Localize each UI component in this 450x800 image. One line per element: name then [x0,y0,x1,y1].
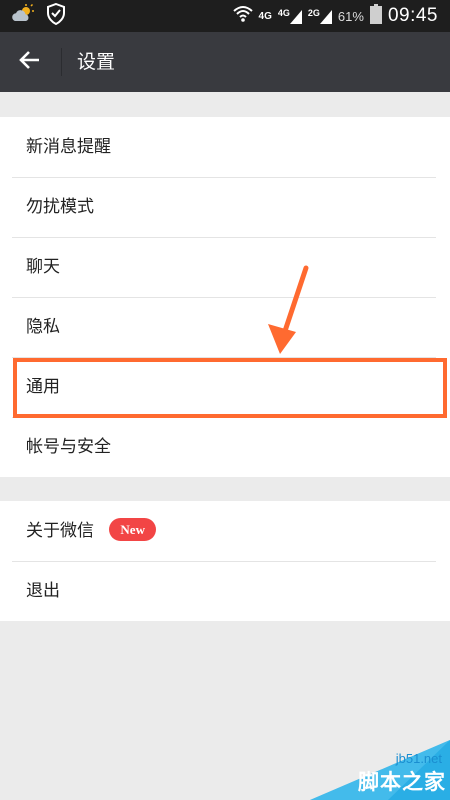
clock: 09:45 [387,5,438,26]
back-button[interactable] [10,44,50,80]
network-label-1: 4G [258,10,272,22]
settings-item-label: 聊天 [26,257,60,277]
battery-icon [369,3,382,29]
settings-item-logout[interactable]: 退出 [0,561,450,621]
back-arrow-icon [19,50,41,74]
watermark-name: 脚本之家 [358,770,446,794]
signal-icon [289,10,302,24]
network-label-3: 2G [308,8,332,24]
settings-item-chat[interactable]: 聊天 [0,237,450,297]
signal-icon [319,10,332,24]
status-bar: 4G 4G 2G 61% 09:45 [0,0,450,32]
settings-item-label: 关于微信 [26,521,94,541]
status-right-icons: 4G 4G 2G 61% 09:45 [232,0,438,32]
settings-item-label: 退出 [26,581,60,601]
settings-group-about: 关于微信 New 退出 [0,501,450,621]
highlight-box [13,358,447,418]
settings-item-label: 隐私 [26,317,60,337]
weather-icon [12,3,36,28]
title-bar: 设置 [0,32,450,92]
settings-group-main: 新消息提醒 勿扰模式 聊天 隐私 通用 帐号与安全 [0,117,450,477]
watermark-site: jb51.net [395,751,442,766]
title-divider [61,48,62,76]
settings-item-label: 帐号与安全 [26,437,111,457]
settings-item-label: 新消息提醒 [26,137,111,157]
watermark: jb51.net 脚本之家 [310,740,450,800]
network-label-2: 4G [278,8,302,24]
shield-icon [46,2,66,29]
settings-item-new-message-notifications[interactable]: 新消息提醒 [0,117,450,177]
settings-item-about-wechat[interactable]: 关于微信 New [0,501,450,561]
status-left-icons [12,2,66,29]
new-badge: New [109,518,156,541]
settings-item-account-security[interactable]: 帐号与安全 [0,417,450,477]
wifi-icon [232,5,253,28]
settings-item-label: 勿扰模式 [26,197,94,217]
settings-item-privacy[interactable]: 隐私 [0,297,450,357]
network-label-3-text: 2G [307,8,320,18]
pointer-arrow-icon [268,265,309,354]
settings-item-do-not-disturb[interactable]: 勿扰模式 [0,177,450,237]
battery-percent: 61% [337,8,364,24]
network-label-2-text: 4G [277,8,290,18]
page-title: 设置 [77,51,116,73]
